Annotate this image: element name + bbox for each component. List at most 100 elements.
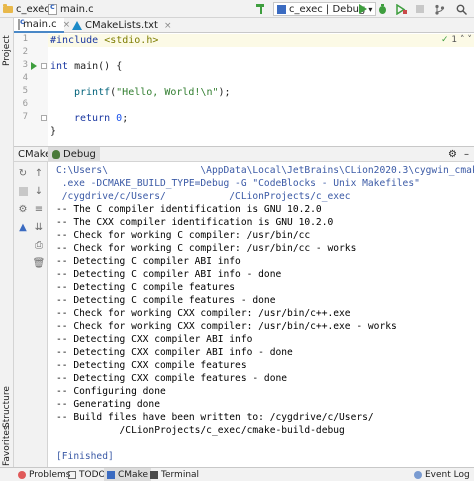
fold-icon[interactable]: [41, 115, 47, 121]
coverage-button[interactable]: [394, 2, 408, 16]
console-line: -- Configuring done: [56, 386, 166, 397]
list-icon: [68, 471, 76, 479]
terminal-icon: [150, 471, 158, 479]
terminal-tool-button[interactable]: Terminal: [150, 468, 199, 481]
console-line: .exe -DCMAKE_BUILD_TYPE=Debug -G "CodeBl…: [56, 178, 420, 189]
editor-tabs: main.c × CMakeLists.txt ×: [14, 17, 474, 33]
project-tool-button[interactable]: Project: [0, 22, 14, 66]
print-button[interactable]: ⎙: [33, 239, 45, 251]
stop-icon: [416, 5, 424, 13]
keyword: int: [50, 61, 69, 72]
code-line-5: printf("Hello, World!\n");: [74, 86, 231, 99]
arrow-up-icon: ↑: [34, 167, 44, 179]
print-icon: ⎙: [35, 239, 43, 251]
console-line: -- The CXX compiler identification is GN…: [56, 217, 334, 228]
run-configuration-label: c_exec | Debug: [289, 3, 366, 15]
event-log-label: Event Log: [425, 470, 470, 480]
favorites-tool-button[interactable]: Favorites: [0, 425, 14, 466]
stop-button[interactable]: [413, 2, 427, 16]
cmake-tool-button[interactable]: CMake: [104, 468, 151, 481]
reload-button[interactable]: ↻: [17, 167, 29, 179]
line-number: 2: [22, 47, 28, 57]
close-icon[interactable]: ×: [164, 21, 172, 31]
problems-tool-button[interactable]: Problems: [18, 468, 70, 481]
console-line: /cygdrive/c/Users/ /CLionProjects/c_exec: [56, 191, 351, 202]
console-line: -- Check for working CXX compiler: /usr/…: [56, 308, 351, 319]
bug-icon: [378, 3, 386, 14]
code-line-6: return 0;: [74, 112, 128, 125]
console-line: -- Detecting C compiler ABI info: [56, 256, 241, 267]
chevron-up-icon[interactable]: ˄: [460, 35, 465, 45]
tab-cmakelists[interactable]: CMakeLists.txt ×: [68, 18, 172, 33]
fold-icon[interactable]: [41, 63, 47, 69]
settings-button[interactable]: ⚙: [17, 203, 29, 215]
chevron-down-icon[interactable]: ˅: [467, 35, 472, 45]
include-directive: #include: [50, 35, 105, 46]
include-header: <stdio.h>: [104, 35, 159, 46]
run-gutter-icon[interactable]: [31, 62, 37, 70]
gear-icon: ⚙: [448, 149, 457, 160]
vcs-button[interactable]: [432, 2, 446, 16]
event-log-tool-button[interactable]: Event Log: [414, 468, 470, 481]
breadcrumb-file[interactable]: main.c: [48, 2, 94, 16]
code-editor[interactable]: 1 2 3 4 5 6 7 #include <stdio.h> int mai…: [14, 33, 474, 146]
trash-icon: 🗑: [32, 257, 46, 269]
run-button[interactable]: [356, 2, 370, 16]
stop-button[interactable]: [17, 185, 29, 197]
code-text: ;: [122, 113, 129, 124]
tab-label: main.c: [23, 19, 57, 30]
console-line: C:\Users\ \AppData\Local\JetBrains\CLion…: [56, 165, 474, 176]
search-icon: [456, 4, 467, 15]
function-call: printf: [74, 87, 111, 98]
hide-button[interactable]: –: [460, 147, 473, 162]
reload-icon: ↻: [18, 167, 28, 179]
structure-tool-label: Structure: [2, 386, 12, 428]
tab-debug[interactable]: Debug: [48, 147, 100, 162]
inspection-widget[interactable]: ✓ 1 ˄ ˅: [441, 35, 472, 45]
clear-button[interactable]: 🗑: [32, 257, 46, 269]
debug-button[interactable]: [375, 2, 389, 16]
console-line: -- Check for working C compiler: /usr/bi…: [56, 230, 311, 241]
cmake-icon: [72, 21, 82, 30]
settings-button[interactable]: ⚙: [444, 147, 461, 162]
tool-window-header: CMake Debug ⚙ –: [14, 146, 474, 162]
search-button[interactable]: [454, 2, 468, 16]
line-number: 7: [22, 112, 28, 122]
bug-icon: [52, 150, 60, 159]
code-text: }: [50, 126, 57, 137]
coverage-icon: [395, 3, 407, 15]
c-file-icon: [48, 2, 57, 15]
down-button[interactable]: ↓: [33, 185, 45, 197]
todo-tool-button[interactable]: TODO: [68, 468, 106, 481]
build-hammer-icon[interactable]: [254, 2, 268, 16]
cmake-tool-button[interactable]: ▲: [17, 221, 29, 233]
breadcrumb-separator: ›: [40, 2, 44, 13]
console-finished-line: [Finished]: [56, 451, 114, 462]
left-tool-stripe: Project Structure Favorites: [0, 18, 14, 467]
cmake-label: CMake: [118, 470, 148, 480]
todo-label: TODO: [79, 470, 106, 480]
console-line: -- Detecting CXX compiler ABI info: [56, 334, 253, 345]
event-log-icon: [414, 471, 422, 479]
minimize-icon: –: [464, 149, 469, 160]
stop-icon: [18, 186, 28, 196]
line-number: 4: [22, 73, 28, 83]
console-output[interactable]: C:\Users\ \AppData\Local\JetBrains\CLion…: [49, 162, 474, 467]
folder-icon: [3, 3, 13, 13]
soft-wrap-button[interactable]: ≡: [33, 203, 45, 215]
keyword: return: [74, 113, 111, 124]
structure-tool-button[interactable]: Structure: [0, 386, 14, 428]
tab-main-c[interactable]: main.c ×: [14, 17, 70, 33]
console-line: -- Check for working CXX compiler: /usr/…: [56, 321, 397, 332]
console-line: -- Generating done: [56, 399, 160, 410]
file-name: main.c: [60, 3, 94, 15]
console-line: -- The C compiler identification is GNU …: [56, 204, 322, 215]
cmake-config-icon: [277, 4, 286, 14]
project-name: c_exec: [16, 3, 50, 15]
inspection-count: 1: [451, 35, 458, 45]
console-line: -- Check for working C compiler: /usr/bi…: [56, 243, 357, 254]
scroll-to-end-button[interactable]: ⇊: [33, 221, 45, 233]
string-literal: "Hello, World!\n": [116, 87, 219, 98]
up-button[interactable]: ↑: [33, 167, 45, 179]
favorites-tool-label: Favorites: [2, 425, 12, 466]
